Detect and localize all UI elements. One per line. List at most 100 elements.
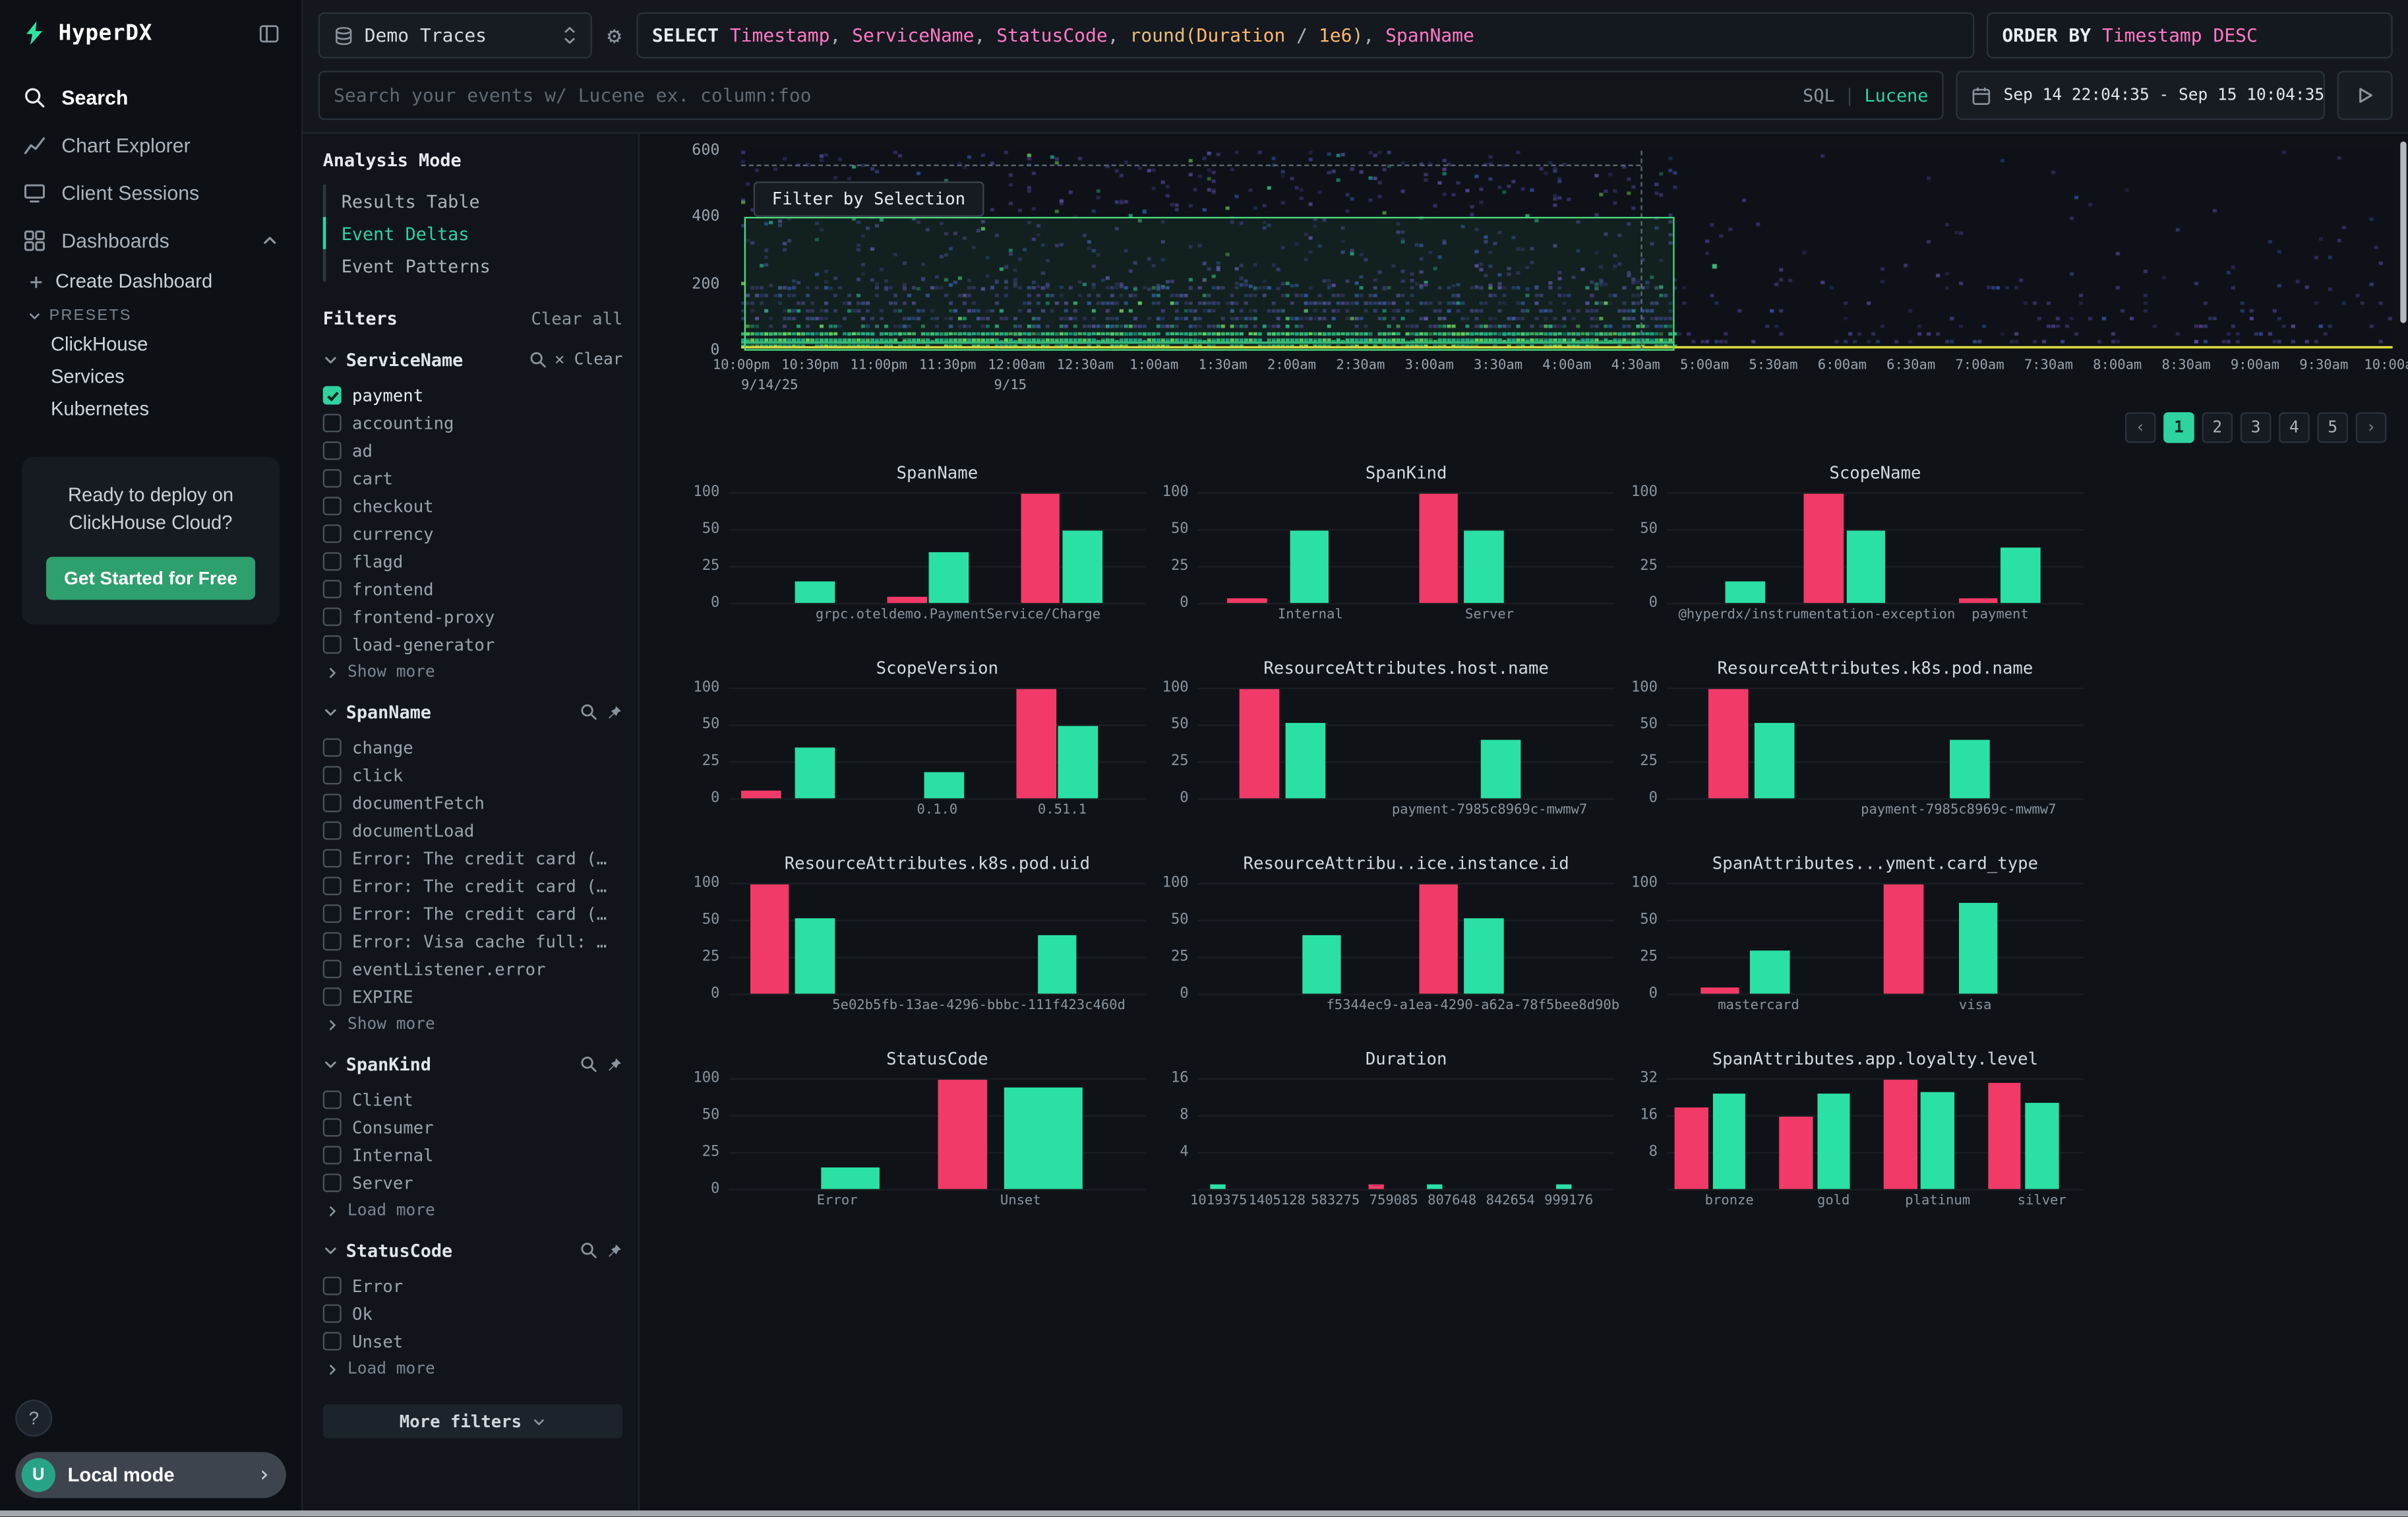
checkbox[interactable] xyxy=(323,497,342,515)
delta-bar[interactable] xyxy=(1556,1185,1571,1189)
delta-bar[interactable] xyxy=(1950,741,1990,799)
checkbox[interactable] xyxy=(323,738,342,757)
checkbox[interactable] xyxy=(323,552,342,571)
checkbox[interactable] xyxy=(323,1118,342,1136)
sidebar-item-client-sessions[interactable]: Client Sessions xyxy=(0,170,301,217)
delta-bar[interactable] xyxy=(1675,1107,1709,1189)
filter-by-selection-button[interactable]: Filter by Selection xyxy=(754,181,984,217)
pagination-page-3[interactable]: 3 xyxy=(2241,412,2272,443)
filter-load-more-statuscode[interactable]: Load more xyxy=(326,1360,622,1378)
delta-bar[interactable] xyxy=(1227,599,1267,604)
preset-kubernetes[interactable]: Kubernetes xyxy=(0,394,301,426)
filter-group-header-statuscode[interactable]: StatusCode xyxy=(323,1240,623,1262)
delta-bar[interactable] xyxy=(796,748,835,799)
analysis-option-event-patterns[interactable]: Event Patterns xyxy=(323,249,623,282)
checkbox[interactable] xyxy=(323,849,342,867)
delta-bar[interactable] xyxy=(820,1167,878,1189)
collapse-sidebar-icon[interactable] xyxy=(258,22,280,44)
delta-bar[interactable] xyxy=(1988,1083,2022,1189)
filter-option-payment[interactable]: payment xyxy=(323,381,623,409)
checkbox[interactable] xyxy=(323,877,342,895)
delta-bar[interactable] xyxy=(1921,1092,1954,1189)
delta-bar[interactable] xyxy=(1755,722,1794,798)
delta-bar[interactable] xyxy=(1464,530,1504,603)
filter-group-header-spanname[interactable]: SpanName xyxy=(323,701,623,723)
filter-option-error-the-credit-card[interactable]: Error: The credit card (… xyxy=(323,844,623,872)
vertical-scrollbar[interactable] xyxy=(2400,142,2406,323)
sidebar-item-chart-explorer[interactable]: Chart Explorer xyxy=(0,121,301,169)
filter-option-server[interactable]: Server xyxy=(323,1169,623,1196)
create-dashboard-button[interactable]: Create Dashboard xyxy=(0,264,301,298)
presets-toggle[interactable]: PRESETS xyxy=(0,298,301,329)
checkbox[interactable] xyxy=(323,1332,342,1351)
filter-option-frontend[interactable]: frontend xyxy=(323,575,623,603)
filter-option-error[interactable]: Error xyxy=(323,1272,623,1300)
checkbox[interactable] xyxy=(323,441,342,460)
horizontal-scrollbar[interactable] xyxy=(0,1510,2408,1516)
delta-bar[interactable] xyxy=(796,917,835,993)
filter-option-cart[interactable]: cart xyxy=(323,464,623,492)
delta-bar[interactable] xyxy=(1037,936,1077,994)
delta-bar[interactable] xyxy=(1958,599,1998,604)
filter-option-internal[interactable]: Internal xyxy=(323,1141,623,1169)
source-select[interactable]: Demo Traces xyxy=(318,13,592,59)
delta-bar[interactable] xyxy=(1481,741,1520,799)
preset-clickhouse[interactable]: ClickHouse xyxy=(0,329,301,361)
checkbox[interactable] xyxy=(323,635,342,654)
delta-bar[interactable] xyxy=(924,772,964,798)
filter-option-error-the-credit-card[interactable]: Error: The credit card (… xyxy=(323,872,623,900)
heatmap-selection[interactable] xyxy=(744,218,1674,351)
delta-bar[interactable] xyxy=(1804,495,1844,604)
delta-bar[interactable] xyxy=(796,581,835,603)
pin-icon[interactable] xyxy=(606,1056,623,1073)
delta-bar[interactable] xyxy=(1302,936,1342,994)
sidebar-item-search[interactable]: Search xyxy=(0,74,301,121)
delta-bar[interactable] xyxy=(741,791,781,798)
delta-bar[interactable] xyxy=(1464,917,1504,993)
search-input[interactable] xyxy=(334,84,1803,106)
checkbox[interactable] xyxy=(323,932,342,950)
filter-search-icon[interactable] xyxy=(580,1241,598,1260)
more-filters-button[interactable]: More filters xyxy=(323,1404,623,1438)
mode-sql-toggle[interactable]: SQL xyxy=(1803,84,1834,106)
filter-option-ok[interactable]: Ok xyxy=(323,1300,623,1328)
filter-show-more-servicename[interactable]: Show more xyxy=(326,663,622,681)
delta-bar[interactable] xyxy=(1725,581,1764,603)
filter-option-client[interactable]: Client xyxy=(323,1086,623,1113)
checkbox[interactable] xyxy=(323,766,342,784)
delta-bar[interactable] xyxy=(1211,1185,1225,1189)
delta-bar[interactable] xyxy=(1958,903,1998,993)
filter-search-icon[interactable] xyxy=(580,1055,598,1074)
delta-bar[interactable] xyxy=(1750,950,1790,994)
filter-option-frontend-proxy[interactable]: frontend-proxy xyxy=(323,603,623,631)
delta-bar[interactable] xyxy=(1817,1094,1850,1189)
delta-bar[interactable] xyxy=(1285,722,1325,798)
checkbox[interactable] xyxy=(323,469,342,487)
mode-lucene-toggle[interactable]: Lucene xyxy=(1865,84,1929,106)
checkbox[interactable] xyxy=(323,1305,342,1323)
checkbox[interactable] xyxy=(323,1173,342,1192)
checkbox[interactable] xyxy=(323,960,342,978)
heatmap-plot[interactable]: Filter by Selection xyxy=(741,151,2393,351)
analysis-option-results-table[interactable]: Results Table xyxy=(323,185,623,217)
pagination-page-5[interactable]: 5 xyxy=(2317,412,2348,443)
settings-gear-icon[interactable]: ⚙ xyxy=(604,22,624,49)
checkbox[interactable] xyxy=(323,524,342,543)
delta-bar[interactable] xyxy=(1712,1094,1746,1189)
checkbox[interactable] xyxy=(323,414,342,432)
delta-bar[interactable] xyxy=(1708,690,1748,799)
filter-option-consumer[interactable]: Consumer xyxy=(323,1113,623,1141)
filter-group-header-servicename[interactable]: ServiceName✕ Clear xyxy=(323,349,623,371)
pin-icon[interactable] xyxy=(606,1242,623,1259)
delta-bar[interactable] xyxy=(888,597,927,603)
local-mode-pill[interactable]: U Local mode › xyxy=(15,1452,286,1498)
filter-group-header-spankind[interactable]: SpanKind xyxy=(323,1053,623,1075)
delta-bar[interactable] xyxy=(937,1080,987,1189)
run-query-button[interactable] xyxy=(2337,71,2393,120)
delta-bar[interactable] xyxy=(1240,690,1279,799)
delta-bar[interactable] xyxy=(1846,530,1886,603)
checkbox[interactable] xyxy=(323,821,342,840)
delta-bar[interactable] xyxy=(1290,530,1329,603)
pagination-page-4[interactable]: 4 xyxy=(2279,412,2310,443)
preset-services[interactable]: Services xyxy=(0,361,301,394)
